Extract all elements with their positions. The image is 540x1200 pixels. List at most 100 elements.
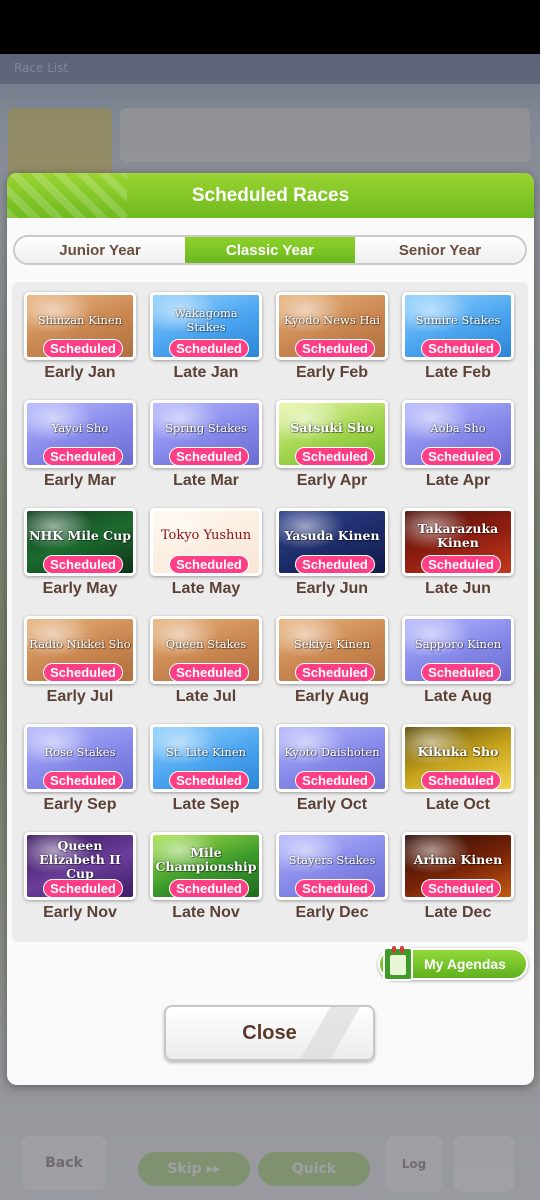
scheduled-badge: Scheduled	[169, 555, 249, 573]
race-item[interactable]: NHK Mile Cup Scheduled Early May	[24, 508, 136, 597]
race-item[interactable]: Sekiya Kinen Scheduled Early Aug	[276, 616, 388, 705]
scheduled-badge: Scheduled	[421, 879, 501, 897]
my-agendas-label: My Agendas	[424, 956, 506, 972]
scheduled-badge: Scheduled	[169, 663, 249, 681]
race-item[interactable]: Rose Stakes Scheduled Early Sep	[24, 724, 136, 813]
race-banner[interactable]: Mile Championship Scheduled	[150, 832, 262, 900]
race-name: Yayoi Sho	[51, 421, 109, 435]
race-name: Aoba Sho	[430, 421, 486, 435]
agenda-book-icon	[383, 946, 413, 981]
race-item[interactable]: Kyoto Daishoten Scheduled Early Oct	[276, 724, 388, 813]
race-date: Late Feb	[425, 364, 491, 381]
tab-junior-year[interactable]: Junior Year	[15, 237, 185, 263]
close-button[interactable]: Close	[164, 1005, 375, 1061]
race-banner[interactable]: Yayoi Sho Scheduled	[24, 400, 136, 468]
dialog-header: Scheduled Races	[7, 173, 534, 218]
race-grid: Shinzan Kinen Scheduled Early Jan Wakagoma …	[24, 292, 519, 921]
race-banner[interactable]: Queen Elizabeth II Cup Scheduled	[24, 832, 136, 900]
race-banner[interactable]: Shinzan Kinen Scheduled	[24, 292, 136, 360]
dialog-title: Scheduled Races	[191, 184, 350, 206]
race-item[interactable]: St. Lite Kinen Scheduled Late Sep	[150, 724, 262, 813]
tab-senior-year[interactable]: Senior Year	[355, 237, 525, 263]
race-banner[interactable]: Radio Nikkei Sho Scheduled	[24, 616, 136, 684]
race-banner[interactable]: Queen Stakes Scheduled	[150, 616, 262, 684]
year-tabs: Junior Year Classic Year Senior Year	[13, 235, 527, 265]
race-name: Queen Elizabeth II Cup	[39, 838, 121, 881]
race-item[interactable]: Shinzan Kinen Scheduled Early Jan	[24, 292, 136, 381]
race-date: Late Jul	[175, 688, 237, 705]
scheduled-badge: Scheduled	[43, 339, 123, 357]
scheduled-badge: Scheduled	[43, 555, 123, 573]
race-date: Early Oct	[296, 796, 368, 813]
race-item[interactable]: Kikuka Sho Scheduled Late Oct	[402, 724, 514, 813]
race-item[interactable]: Kyodo News Hai Scheduled Early Feb	[276, 292, 388, 381]
race-date: Early Dec	[295, 904, 369, 921]
race-banner[interactable]: Arima Kinen Scheduled	[402, 832, 514, 900]
race-item[interactable]: Yayoi Sho Scheduled Early Mar	[24, 400, 136, 489]
scheduled-badge: Scheduled	[169, 879, 249, 897]
race-item[interactable]: Spring Stakes Scheduled Late Mar	[150, 400, 262, 489]
race-date: Late Oct	[425, 796, 490, 813]
race-banner[interactable]: Sumire Stakes Scheduled	[402, 292, 514, 360]
race-item[interactable]: Satsuki Sho Scheduled Early Apr	[276, 400, 388, 489]
race-date: Late Mar	[173, 472, 239, 489]
race-item[interactable]: Stayers Stakes Scheduled Early Dec	[276, 832, 388, 921]
race-banner[interactable]: NHK Mile Cup Scheduled	[24, 508, 136, 576]
scheduled-badge: Scheduled	[295, 555, 375, 573]
scheduled-badge: Scheduled	[43, 771, 123, 789]
race-date: Late Sep	[172, 796, 240, 813]
scheduled-badge: Scheduled	[43, 879, 123, 897]
race-item[interactable]: Aoba Sho Scheduled Late Apr	[402, 400, 514, 489]
race-date: Early Jan	[44, 364, 116, 381]
race-banner[interactable]: Kikuka Sho Scheduled	[402, 724, 514, 792]
race-date: Late Dec	[424, 904, 492, 921]
race-banner[interactable]: Kyodo News Hai Scheduled	[276, 292, 388, 360]
scheduled-badge: Scheduled	[295, 447, 375, 465]
race-date: Late Apr	[425, 472, 491, 489]
race-item[interactable]: Sapporo Kinen Scheduled Late Aug	[402, 616, 514, 705]
race-date: Late Jun	[425, 580, 491, 597]
race-banner[interactable]: Yasuda Kinen Scheduled	[276, 508, 388, 576]
race-item[interactable]: Queen Stakes Scheduled Late Jul	[150, 616, 262, 705]
tab-classic-year[interactable]: Classic Year	[185, 237, 355, 263]
race-banner[interactable]: Wakagoma Stakes Scheduled	[150, 292, 262, 360]
race-item[interactable]: Arima Kinen Scheduled Late Dec	[402, 832, 514, 921]
race-item[interactable]: Radio Nikkei Sho Scheduled Early Jul	[24, 616, 136, 705]
race-name: Stayers Stakes	[288, 853, 376, 867]
race-item[interactable]: Sumire Stakes Scheduled Late Feb	[402, 292, 514, 381]
race-date: Late Nov	[172, 904, 240, 921]
race-name: Arima Kinen	[413, 852, 503, 867]
race-banner[interactable]: Tokyo Yushun Scheduled	[150, 508, 262, 576]
scheduled-badge: Scheduled	[421, 447, 501, 465]
header-pattern	[7, 173, 127, 218]
race-date: Early Jul	[46, 688, 114, 705]
race-date: Early Mar	[43, 472, 117, 489]
race-banner[interactable]: Stayers Stakes Scheduled	[276, 832, 388, 900]
race-banner[interactable]: Takarazuka Kinen Scheduled	[402, 508, 514, 576]
race-date: Early Sep	[43, 796, 117, 813]
race-name: Kyoto Daishoten	[284, 745, 380, 759]
race-name: Sumire Stakes	[415, 313, 501, 327]
race-item[interactable]: Mile Championship Scheduled Late Nov	[150, 832, 262, 921]
race-banner[interactable]: Spring Stakes Scheduled	[150, 400, 262, 468]
race-banner[interactable]: Aoba Sho Scheduled	[402, 400, 514, 468]
race-name: St. Lite Kinen	[165, 745, 247, 759]
race-date: Early May	[42, 580, 118, 597]
race-name: Takarazuka Kinen	[417, 521, 499, 550]
race-banner[interactable]: Sekiya Kinen Scheduled	[276, 616, 388, 684]
scheduled-badge: Scheduled	[295, 663, 375, 681]
race-item[interactable]: Queen Elizabeth II Cup Scheduled Early Nov	[24, 832, 136, 921]
scheduled-races-dialog: Scheduled Races Junior Year Classic Year…	[7, 173, 534, 1085]
race-banner[interactable]: Satsuki Sho Scheduled	[276, 400, 388, 468]
race-grid-panel: Shinzan Kinen Scheduled Early Jan Wakagoma …	[12, 282, 528, 942]
race-item[interactable]: Wakagoma Stakes Scheduled Late Jan	[150, 292, 262, 381]
race-item[interactable]: Yasuda Kinen Scheduled Early Jun	[276, 508, 388, 597]
race-banner[interactable]: Kyoto Daishoten Scheduled	[276, 724, 388, 792]
race-item[interactable]: Takarazuka Kinen Scheduled Late Jun	[402, 508, 514, 597]
race-banner[interactable]: Sapporo Kinen Scheduled	[402, 616, 514, 684]
race-item[interactable]: Tokyo Yushun Scheduled Late May	[150, 508, 262, 597]
race-banner[interactable]: Rose Stakes Scheduled	[24, 724, 136, 792]
race-banner[interactable]: St. Lite Kinen Scheduled	[150, 724, 262, 792]
race-name: Yasuda Kinen	[284, 528, 380, 543]
my-agendas-button[interactable]: My Agendas	[378, 946, 528, 981]
